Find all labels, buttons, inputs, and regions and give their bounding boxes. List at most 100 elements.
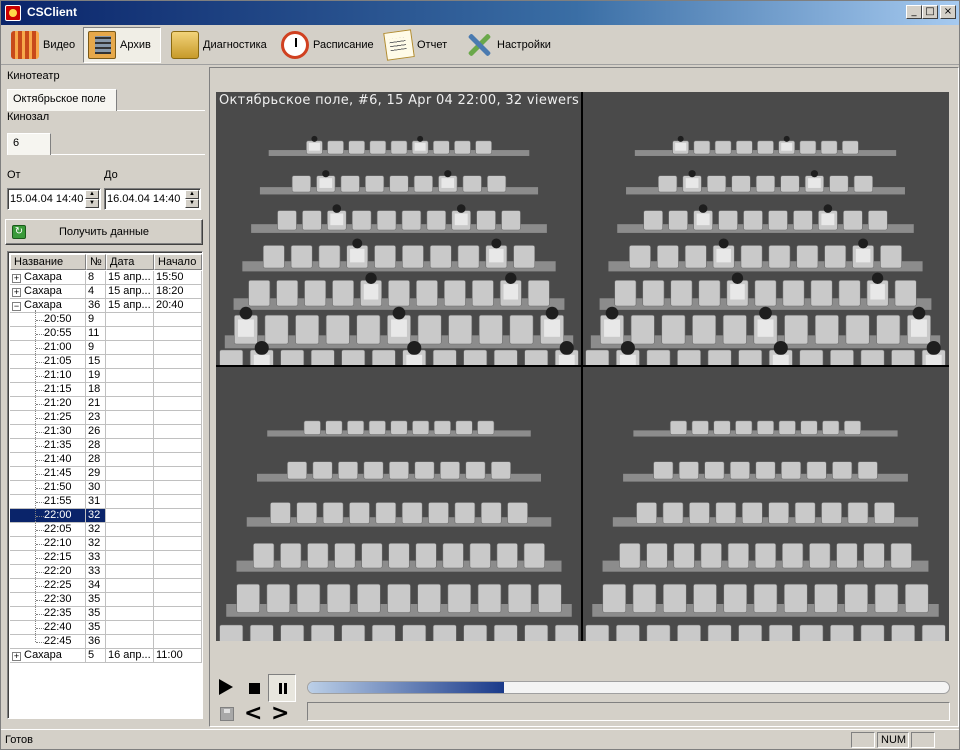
cell-name: + Сахара bbox=[10, 649, 86, 663]
hall-tab[interactable]: 6 bbox=[7, 133, 51, 155]
video-osd-text: Октябрьское поле, #6, 15 Apr 04 22:00, 3… bbox=[219, 93, 580, 108]
cell-date bbox=[106, 425, 154, 439]
play-button[interactable] bbox=[219, 679, 233, 695]
toolbar-archive-button[interactable]: Архив bbox=[83, 27, 161, 63]
cell-name: 21:30 bbox=[10, 425, 86, 439]
minimize-button[interactable]: _ bbox=[906, 5, 922, 19]
hall-label: Кинозал bbox=[7, 111, 50, 123]
cell-date: 15 апр... bbox=[106, 285, 154, 299]
tree-connector-tick bbox=[36, 614, 44, 615]
cell-name: 20:55 bbox=[10, 327, 86, 341]
prev-frame-button[interactable]: < bbox=[244, 703, 262, 725]
cell-start bbox=[154, 537, 202, 551]
toolbar-diagnostics-button[interactable]: Диагностика bbox=[167, 27, 271, 63]
hall-tab-border bbox=[51, 154, 205, 155]
cell-date bbox=[106, 355, 154, 369]
toolbar-report-button[interactable]: Отчет bbox=[381, 27, 451, 63]
grid-parent-row[interactable]: + Сахара 8 15 апр... 15:50 bbox=[10, 271, 202, 285]
tree-connector-tick bbox=[36, 334, 44, 335]
sessions-grid[interactable]: Название № Дата Начало + Сахара 8 15 апр...… bbox=[7, 251, 203, 719]
col-name-header[interactable]: Название bbox=[10, 254, 86, 270]
stop-button[interactable] bbox=[249, 683, 260, 694]
to-date-input[interactable]: 16.04.04 14:40 ▲ ▼ bbox=[104, 188, 201, 210]
col-start-header[interactable]: Начало bbox=[154, 254, 202, 270]
cell-num: 35 bbox=[86, 593, 106, 607]
next-frame-button[interactable]: > bbox=[271, 703, 289, 725]
cell-num: 35 bbox=[86, 607, 106, 621]
tree-connector-tick bbox=[36, 628, 44, 629]
main-toolbar: Видео Архив Диагностика Расписание Отчет… bbox=[1, 25, 959, 65]
playback-progress-fill bbox=[308, 682, 504, 693]
grid-parent-row[interactable]: + Сахара 4 15 апр... 18:20 bbox=[10, 285, 202, 299]
toolbar-settings-label: Настройки bbox=[497, 39, 551, 51]
cell-date bbox=[106, 621, 154, 635]
cinema-tab[interactable]: Октябрьское поле bbox=[7, 89, 117, 111]
save-icon[interactable] bbox=[220, 707, 234, 721]
grid-parent-row[interactable]: + Сахара 5 16 апр... 11:00 bbox=[10, 649, 202, 663]
from-spin-up[interactable]: ▲ bbox=[85, 190, 99, 199]
cell-name: 21:00 bbox=[10, 341, 86, 355]
num-indicator: NUM bbox=[877, 732, 909, 748]
cell-start bbox=[154, 411, 202, 425]
cell-name: 22:00 bbox=[10, 509, 86, 523]
cell-name: + Сахара bbox=[10, 285, 86, 299]
tree-connector-tick bbox=[36, 432, 44, 433]
playback-progress[interactable] bbox=[307, 681, 950, 694]
cell-date bbox=[106, 383, 154, 397]
col-num-header[interactable]: № bbox=[86, 254, 106, 270]
cell-start bbox=[154, 551, 202, 565]
pause-button[interactable] bbox=[268, 674, 296, 702]
cell-name: 20:50 bbox=[10, 313, 86, 327]
cell-start bbox=[154, 369, 202, 383]
tree-connector-tick bbox=[36, 348, 44, 349]
grid-parent-row[interactable]: − Сахара 36 15 апр... 20:40 bbox=[10, 299, 202, 313]
tree-connector-tick bbox=[36, 320, 44, 321]
from-spin-down[interactable]: ▼ bbox=[85, 199, 99, 208]
title-bar[interactable]: CSClient _ □ × bbox=[1, 1, 959, 25]
status-text: Готов bbox=[5, 734, 33, 746]
tree-connector-tick bbox=[36, 474, 44, 475]
cell-date bbox=[106, 565, 154, 579]
to-spin-up[interactable]: ▲ bbox=[185, 190, 199, 199]
toolbar-schedule-button[interactable]: Расписание bbox=[277, 27, 378, 63]
toolbar-settings-button[interactable]: Настройки bbox=[461, 27, 555, 63]
tree-connector-tick bbox=[36, 600, 44, 601]
cell-date bbox=[106, 579, 154, 593]
tree-connector-tick bbox=[36, 446, 44, 447]
col-date-header[interactable]: Дата bbox=[106, 254, 154, 270]
from-label: От bbox=[7, 169, 21, 181]
app-window: CSClient _ □ × Видео Архив Диагностика Р… bbox=[0, 0, 960, 750]
cell-num: 9 bbox=[86, 313, 106, 327]
cell-name: 21:50 bbox=[10, 481, 86, 495]
from-date-value: 15.04.04 14:40 bbox=[10, 193, 84, 205]
expand-icon[interactable]: + bbox=[12, 652, 21, 661]
tree-connector-tick bbox=[36, 460, 44, 461]
cell-start: 11:00 bbox=[154, 649, 202, 663]
cell-name: 22:10 bbox=[10, 537, 86, 551]
cell-date bbox=[106, 607, 154, 621]
close-button[interactable]: × bbox=[940, 5, 956, 19]
maximize-button[interactable]: □ bbox=[922, 5, 938, 19]
cell-name: 22:35 bbox=[10, 607, 86, 621]
cell-name: 22:40 bbox=[10, 621, 86, 635]
get-data-button[interactable]: ↻ Получить данные bbox=[5, 219, 203, 245]
tree-connector-tick bbox=[36, 586, 44, 587]
tree-connector-tick bbox=[36, 530, 44, 531]
cell-start bbox=[154, 607, 202, 621]
cell-num: 30 bbox=[86, 481, 106, 495]
cell-start bbox=[154, 495, 202, 509]
cell-num: 28 bbox=[86, 439, 106, 453]
from-date-input[interactable]: 15.04.04 14:40 ▲ ▼ bbox=[7, 188, 101, 210]
toolbar-video-label: Видео bbox=[43, 39, 76, 51]
expand-icon[interactable]: + bbox=[12, 274, 21, 283]
tree-connector-tick bbox=[36, 390, 44, 391]
player-info-bar bbox=[307, 702, 950, 721]
expand-icon[interactable]: + bbox=[12, 288, 21, 297]
cinema-label: Кинотеатр bbox=[7, 70, 60, 82]
collapse-icon[interactable]: − bbox=[12, 302, 21, 311]
cell-start bbox=[154, 481, 202, 495]
tree-connector-tick bbox=[36, 572, 44, 573]
to-spin-down[interactable]: ▼ bbox=[185, 199, 199, 208]
video-frame[interactable]: Октябрьское поле, #6, 15 Apr 04 22:00, 3… bbox=[216, 92, 949, 641]
toolbar-video-button[interactable]: Видео bbox=[7, 27, 79, 63]
